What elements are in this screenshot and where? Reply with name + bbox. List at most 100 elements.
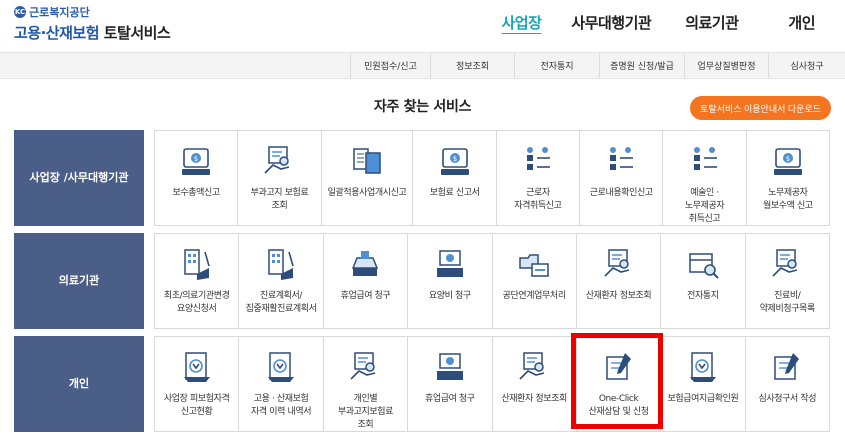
service-cells: 사업장 피보험자격 신고현황 고용 · 산재보험 자격 이력 내역서 개인별 부과고…	[154, 336, 830, 432]
logo-mark-icon: KC	[14, 6, 26, 18]
category-label-line: 의료기관	[58, 274, 100, 288]
service-item-label: 요양비 청구	[428, 291, 471, 301]
service-item-label: 개인별 부과고지보험료 조회	[337, 394, 394, 431]
category-label-line: 사무대행기관	[67, 171, 129, 185]
service-item[interactable]: 산재환자 정보조회	[577, 234, 662, 328]
service-item[interactable]: 근로내용확인신고	[580, 131, 664, 225]
subnav-civil[interactable]: 민원접수/신고	[350, 53, 430, 78]
service-cells: $ 보수총액신고 부과고지 보험료 조회 일괄적용사업개시신고 $ 보험료 신고서 근로자 …	[154, 130, 830, 226]
service-item[interactable]: 개인별 부과고지보험료 조회	[324, 337, 409, 431]
subnav-disease[interactable]: 업무상질병판정	[684, 53, 768, 78]
service-item[interactable]: 부과고지 보험료 조회	[238, 131, 322, 225]
money-tray-icon	[432, 349, 468, 393]
subnav-review[interactable]: 심사청구	[768, 53, 845, 78]
logo-org: KC 근로복지공단	[14, 4, 170, 20]
money-monitor-icon: $	[437, 143, 473, 187]
service-item[interactable]: 근로자 자격취득신고	[497, 131, 581, 225]
service-item[interactable]: 진료계획서/집중재활진료계획서	[239, 234, 324, 328]
service-item[interactable]: 진료비/약제비청구목록	[746, 234, 830, 328]
service-item-label: 일괄적용사업개시신고	[327, 188, 407, 198]
guide-download-button[interactable]: 토탈서비스 이용안내서 다운로드	[690, 96, 831, 120]
people-checklist-icon	[687, 143, 723, 187]
service-item[interactable]: $ 보수총액신고	[155, 131, 239, 225]
service-row: 의료기관최초/의료기관변경 요양신청서 진료계획서/집중재활진료계획서 휴업급여 청…	[14, 233, 830, 329]
service-item[interactable]: $ 보험료 신고서	[413, 131, 497, 225]
highlight-box	[571, 333, 663, 429]
people-checklist-icon	[603, 143, 639, 187]
service-item-label: 노무제공자 월보수액 신고	[762, 188, 813, 212]
service-item-label: 부과고지 보험료 조회	[250, 188, 309, 212]
document-transfer-icon	[349, 143, 385, 187]
service-item-label: 진료계획서/집중재활진료계획서	[245, 291, 317, 315]
money-monitor-icon: $	[178, 143, 214, 187]
service-grid: 사업장 / 사무대행기관 $ 보수총액신고 부과고지 보험료 조회 일괄적용사업개시신고 $…	[14, 130, 830, 439]
search-document-icon	[769, 246, 805, 290]
write-document-icon	[769, 349, 805, 393]
category-label: 개인	[14, 336, 144, 432]
subnav-info[interactable]: 정보조회	[430, 53, 514, 78]
service-item[interactable]: 휴업급여 청구	[408, 337, 493, 431]
building-sign-icon	[263, 246, 299, 290]
category-label: 사업장 / 사무대행기관	[14, 130, 144, 226]
service-item-label: 휴업급여 청구	[424, 394, 475, 404]
service-item-label: 산재환자 정보조회	[501, 394, 567, 404]
service-item[interactable]: 요양비 청구	[408, 234, 493, 328]
subnav-notice[interactable]: 전자통지	[514, 53, 599, 78]
search-document-icon	[347, 349, 383, 393]
svg-text:$: $	[786, 155, 790, 163]
logo[interactable]: KC 근로복지공단 고용·산재보험 토탈서비스	[14, 4, 171, 43]
service-item[interactable]: 휴업급여 청구	[324, 234, 409, 328]
gnb-personal[interactable]: 개인	[753, 12, 845, 33]
service-item[interactable]: 최초/의료기관변경 요양신청서	[155, 234, 240, 328]
search-document-icon	[261, 143, 297, 187]
logo-org-name: 근로복지공단	[29, 6, 90, 19]
service-item[interactable]: 예술인 · 노무제공자 취득신고	[663, 131, 747, 225]
search-document-icon	[516, 349, 552, 393]
building-sign-icon	[179, 246, 215, 290]
download-document-icon	[685, 349, 721, 393]
gnb-agency[interactable]: 사무대행기관	[556, 12, 666, 33]
service-item[interactable]: 공단연계업무처리	[493, 234, 577, 328]
search-document-icon	[601, 246, 637, 290]
category-label-line: 사업장 /	[29, 171, 68, 185]
service-item-label: 공단연계업무처리	[502, 291, 566, 301]
box-search-icon	[685, 246, 721, 290]
service-row: 사업장 / 사무대행기관 $ 보수총액신고 부과고지 보험료 조회 일괄적용사업개시신고 $…	[14, 130, 830, 226]
service-item[interactable]: 사업장 피보험자격 신고현황	[155, 337, 240, 431]
service-item-label: 보험료 신고서	[429, 188, 480, 198]
category-label-line: 개인	[68, 377, 90, 391]
inbox-tray-icon	[347, 246, 383, 290]
service-item-label: 최초/의료기관변경 요양신청서	[163, 291, 230, 315]
folder-sync-icon	[516, 246, 552, 290]
money-monitor-icon: $	[770, 143, 806, 187]
service-item-label: 휴업급여 청구	[340, 291, 391, 301]
service-item[interactable]: 산재환자 정보조회	[493, 337, 577, 431]
service-item-label: 근로자 자격취득신고	[514, 188, 562, 212]
download-document-icon	[179, 349, 215, 393]
gnb-medical[interactable]: 의료기관	[670, 12, 753, 33]
service-item[interactable]: 일괄적용사업개시신고	[322, 131, 414, 225]
download-document-icon	[263, 349, 299, 393]
service-item-label: 고용 · 산재보험 자격 이력 내역서	[251, 394, 312, 418]
service-item-label: 진료비/약제비청구목록	[759, 291, 816, 315]
service-item-label: 사업장 피보험자격 신고현황	[163, 394, 230, 418]
service-item[interactable]: $ 노무제공자 월보수액 신고	[747, 131, 830, 225]
money-tray-icon	[432, 246, 468, 290]
service-item[interactable]: 심사청구서 작성	[746, 337, 830, 431]
category-label: 의료기관	[14, 233, 144, 329]
sub-nav: 민원접수/신고 정보조회 전자통지 증명원 신청/발급 업무상질병판정 심사청구	[0, 52, 845, 79]
service-item-label: 전자통지	[687, 291, 719, 301]
service-item[interactable]: 전자통지	[661, 234, 746, 328]
service-row: 개인 사업장 피보험자격 신고현황 고용 · 산재보험 자격 이력 내역서 개인별 부…	[14, 336, 830, 432]
people-checklist-icon	[520, 143, 556, 187]
service-item[interactable]: 고용 · 산재보험 자격 이력 내역서	[239, 337, 324, 431]
svg-text:$: $	[452, 155, 456, 163]
service-item-label: 예술인 · 노무제공자 취득신고	[684, 188, 725, 225]
svg-text:$: $	[194, 155, 198, 163]
subnav-certificate[interactable]: 증명원 신청/발급	[599, 53, 684, 78]
gnb-business[interactable]: 사업장	[486, 12, 556, 33]
service-item[interactable]: 보험급여지급확인원	[661, 337, 746, 431]
service-item-label: 심사청구서 작성	[758, 394, 817, 404]
service-item-label: 보수총액신고	[172, 188, 221, 198]
header: KC 근로복지공단 고용·산재보험 토탈서비스 사업장 사무대행기관 의료기관 …	[0, 0, 845, 52]
